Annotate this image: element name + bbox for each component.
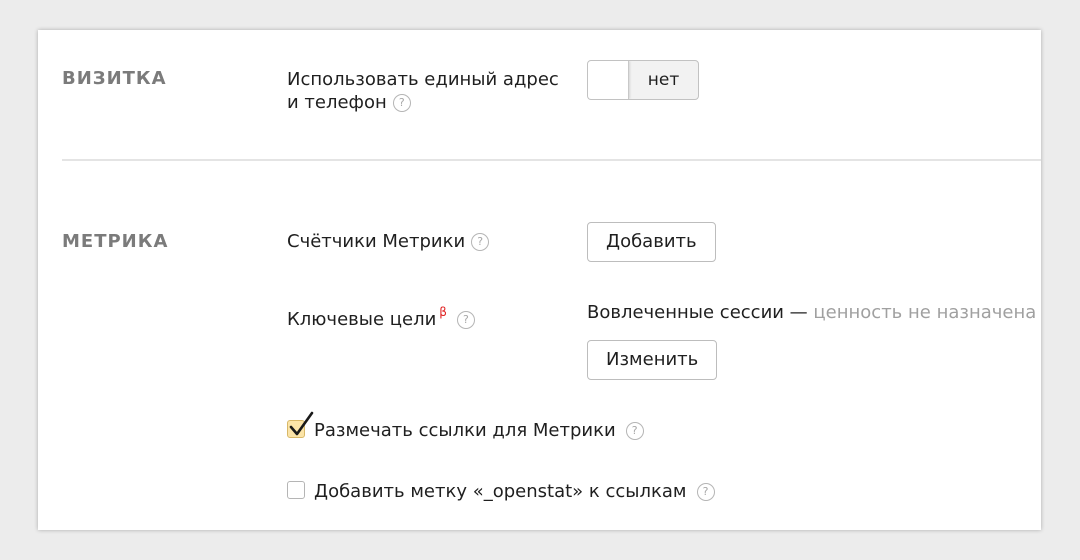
key-goals-label-text: Ключевые цели [287,309,437,330]
section-divider [62,159,1041,161]
unified-address-toggle[interactable]: нет [587,60,699,100]
mark-links-label[interactable]: Размечать ссылки для Метрики [314,420,616,441]
section-title-metrika: МЕТРИКА [62,231,169,252]
unified-address-label: Использовать единый адрес и телефон? [287,68,559,114]
openstat-checkbox[interactable] [287,481,305,499]
question-circle-icon[interactable]: ? [392,94,411,112]
key-goals-label: Ключевые цели β? [287,301,475,331]
metrika-counters-label-text: Счётчики Метрики [287,231,466,252]
add-counter-button[interactable]: Добавить [587,222,716,262]
metrika-counters-label: Счётчики Метрики? [287,230,490,253]
question-circle-icon[interactable]: ? [471,233,490,251]
question-circle-icon[interactable]: ? [625,422,644,440]
engaged-sessions-text: Вовлеченные сессии — [587,302,808,323]
checkmark-icon [289,411,314,436]
key-goals-value: Вовлеченные сессии — ценность не назначе… [587,301,1036,324]
mark-links-row[interactable]: Размечать ссылки для Метрики? [287,411,644,442]
unified-address-label-line2: и телефон [287,92,387,113]
unified-address-label-line1: Использовать единый адрес [287,69,559,90]
openstat-row[interactable]: Добавить метку «_openstat» к ссылкам? [287,480,715,503]
question-circle-icon[interactable]: ? [696,483,715,501]
value-status-text: ценность не назначена [813,302,1037,323]
change-goals-button[interactable]: Изменить [587,340,718,380]
openstat-label[interactable]: Добавить метку «_openstat» к ссылкам [314,481,687,502]
beta-badge: β [439,305,447,319]
question-circle-icon[interactable]: ? [456,311,475,329]
settings-panel: ВИЗИТКА Использовать единый адрес и теле… [38,30,1041,530]
toggle-knob[interactable] [588,61,629,99]
section-title-vizitka: ВИЗИТКА [62,68,167,89]
mark-links-checkbox[interactable] [287,411,314,438]
toggle-value: нет [647,70,680,90]
